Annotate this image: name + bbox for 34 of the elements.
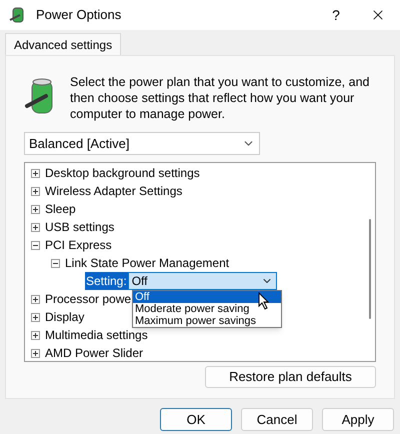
tree-item[interactable]: Processor powe [45,290,132,308]
expand-icon[interactable] [31,294,40,304]
tab[interactable]: Advanced settings [5,33,122,55]
tree-item[interactable]: Link State Power Management [65,254,230,272]
dialog-button[interactable]: OK [160,408,232,431]
tree-item[interactable]: Desktop background settings [45,164,200,182]
window-title: Power Options [36,6,122,24]
expand-icon[interactable] [31,330,40,340]
dialog-button[interactable]: Apply [322,408,394,431]
setting-label: Setting: [85,272,128,290]
restore-plan-defaults-button[interactable]: Restore plan defaults [205,366,376,388]
tree-item[interactable]: Multimedia settings [45,326,148,344]
collapse-icon[interactable] [31,240,40,250]
tree-item[interactable]: USB settings [45,218,114,236]
expand-icon[interactable] [31,222,40,232]
expand-icon[interactable] [31,204,40,214]
expand-icon[interactable] [31,186,40,196]
expand-icon[interactable] [31,312,40,322]
dropdown-option[interactable]: Maximum power savings [133,315,281,327]
collapse-icon[interactable] [51,258,60,268]
tree-item[interactable]: AMD Power Slider [45,344,144,362]
plan-select[interactable]: Balanced [Active] [24,132,260,155]
description-text: Select the power plan that you want to customize, and then choose settings that reflect how you want your computer to manage power. [70,74,370,122]
expand-icon[interactable] [31,168,40,178]
setting-dropdown[interactable]: Off [128,272,277,290]
expand-icon[interactable] [31,348,40,358]
dialog-button[interactable]: Cancel [241,408,313,431]
dropdown-option[interactable]: Off [133,291,281,303]
dropdown-option[interactable]: Moderate power saving [133,303,281,315]
tree-item[interactable]: Sleep [45,200,76,218]
tree-item[interactable]: Display [45,308,84,326]
help-button[interactable]: ? [316,0,356,30]
tree-item[interactable]: PCI Express [45,236,112,254]
tree-item[interactable]: Wireless Adapter Settings [45,182,182,200]
